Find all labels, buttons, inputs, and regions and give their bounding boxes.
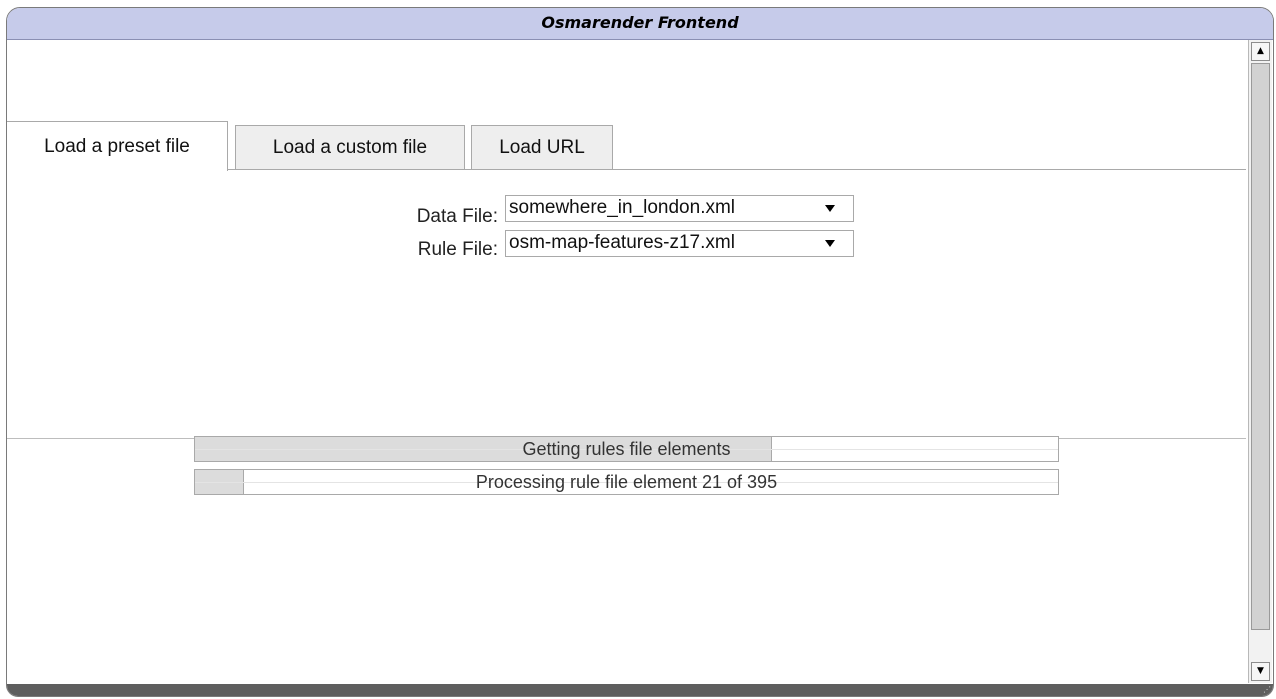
scroll-down-icon[interactable]: ▼ — [1251, 662, 1270, 681]
progress-bar-rules: Getting rules file elements — [194, 436, 1059, 462]
status-bar: ⋰ — [7, 684, 1273, 696]
progress-label: Processing rule file element 21 of 395 — [475, 472, 778, 492]
rule-file-select[interactable]: osm-map-features-z17.xml — [505, 230, 854, 257]
progress-label: Getting rules file elements — [522, 439, 731, 459]
scrollbar-thumb[interactable] — [1251, 63, 1270, 630]
tab-load-custom-file[interactable]: Load a custom file — [235, 125, 465, 170]
rule-file-value: osm-map-features-z17.xml — [509, 232, 735, 253]
tab-load-url[interactable]: Load URL — [471, 125, 613, 170]
data-file-value: somewhere_in_london.xml — [509, 197, 736, 218]
rule-file-label: Rule File: — [417, 239, 498, 260]
app-window: Osmarender Frontend Load a preset file L… — [6, 7, 1274, 697]
main-content: Load a preset file Load a custom file Lo… — [7, 40, 1246, 684]
data-file-select[interactable]: somewhere_in_london.xml — [505, 195, 854, 222]
progress-bar-elements: Processing rule file element 21 of 395 — [194, 469, 1059, 495]
scroll-up-icon[interactable]: ▲ — [1251, 42, 1270, 61]
chevron-down-icon — [825, 240, 835, 247]
data-file-label: Data File: — [416, 206, 498, 227]
window-title: Osmarender Frontend — [7, 8, 1273, 40]
tab-load-preset-file[interactable]: Load a preset file — [7, 121, 228, 171]
vertical-scrollbar[interactable]: ▲ ▼ — [1248, 40, 1272, 683]
resize-grip-icon[interactable]: ⋰ — [1260, 685, 1271, 695]
chevron-down-icon — [825, 205, 835, 212]
